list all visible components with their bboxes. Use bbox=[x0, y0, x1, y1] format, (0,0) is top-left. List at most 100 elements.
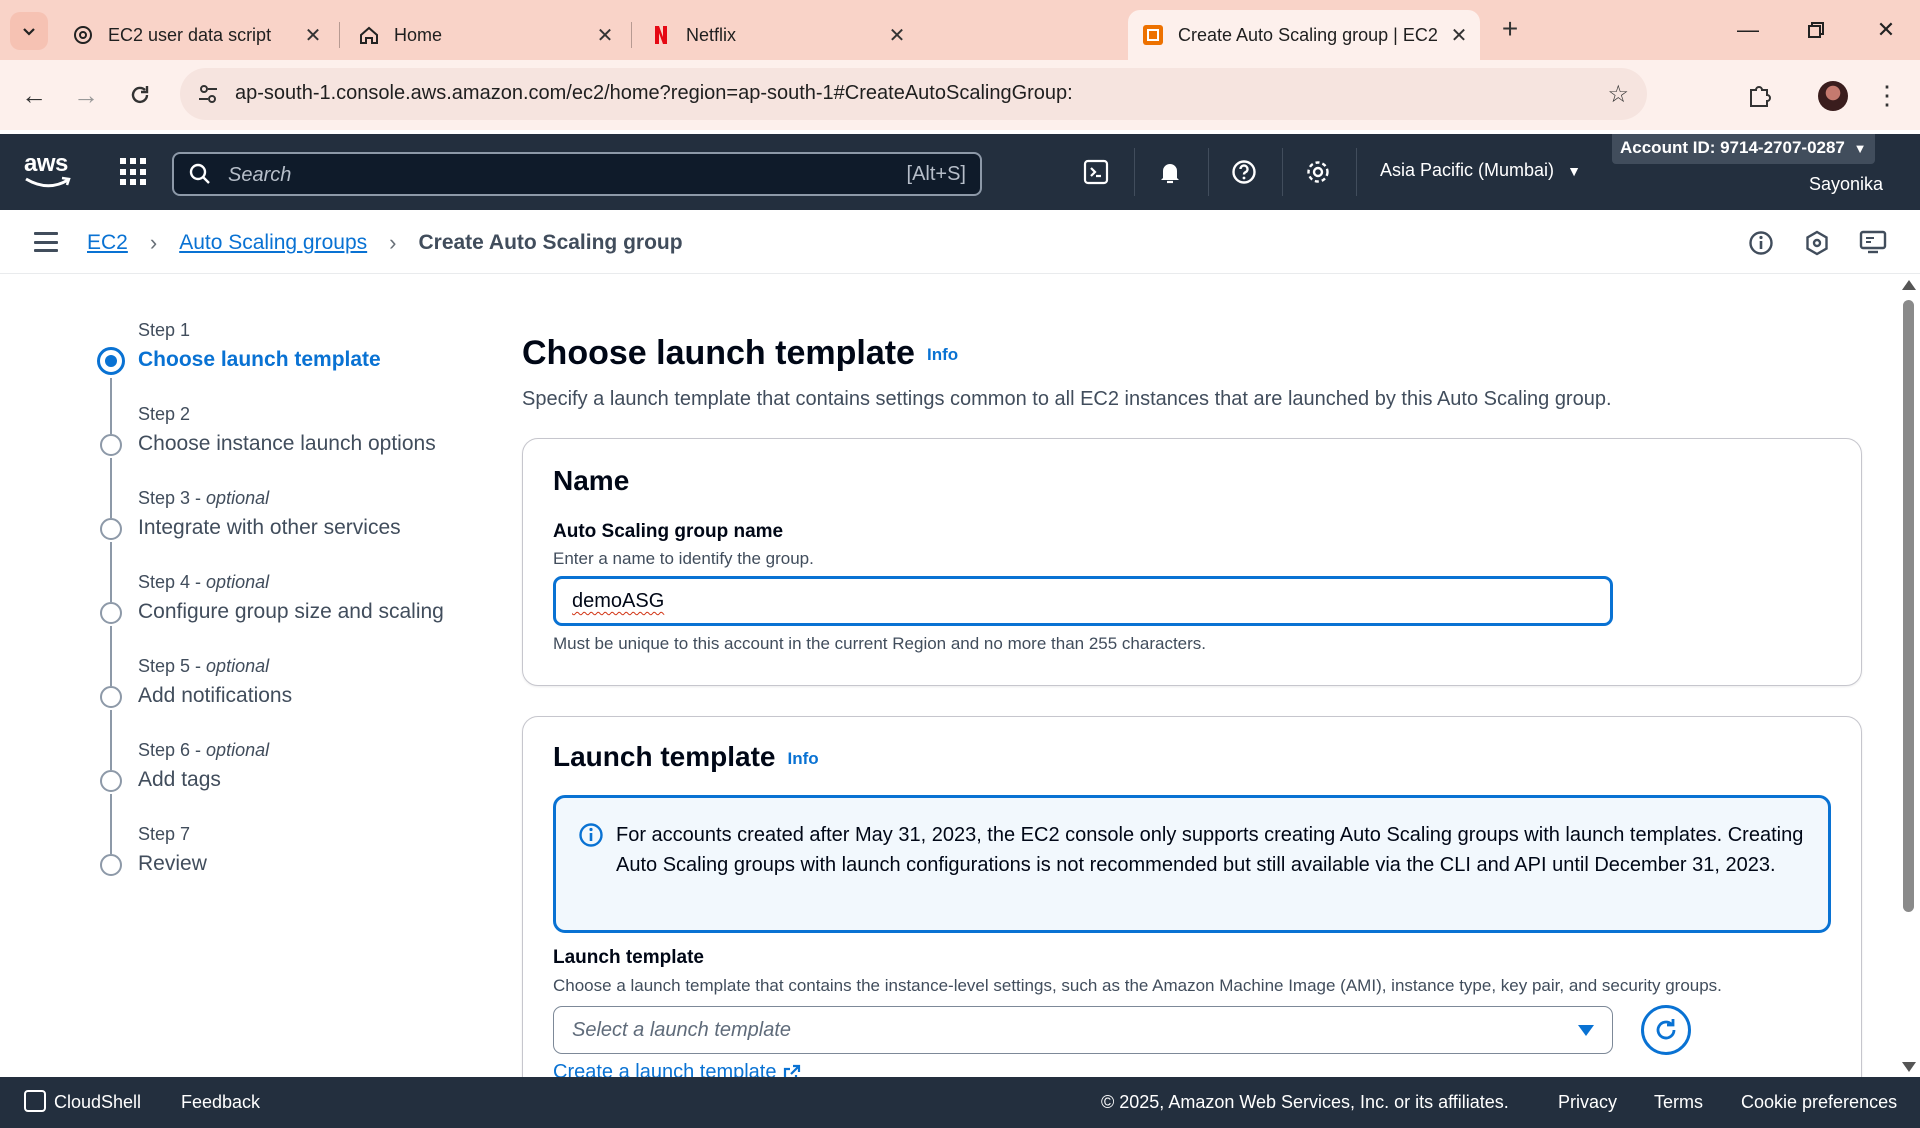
refresh-templates-button[interactable] bbox=[1641, 1005, 1691, 1055]
step-number: Step 6 - optional bbox=[138, 740, 270, 760]
breadcrumb-asg-link[interactable]: Auto Scaling groups bbox=[179, 231, 367, 255]
info-link[interactable]: Info bbox=[787, 749, 818, 768]
aws-logo[interactable]: aws bbox=[24, 152, 74, 192]
scrollbar-thumb[interactable] bbox=[1903, 300, 1914, 912]
region-selector[interactable]: Asia Pacific (Mumbai) ▼ bbox=[1380, 160, 1581, 181]
url-bar[interactable]: ap-south-1.console.aws.amazon.com/ec2/ho… bbox=[180, 68, 1647, 120]
bell-icon[interactable] bbox=[1152, 154, 1188, 190]
chevron-right-icon: › bbox=[149, 230, 158, 255]
launch-template-label: Launch template bbox=[553, 947, 704, 968]
step-1[interactable]: Step 1 Choose launch template bbox=[96, 316, 496, 400]
caret-down-icon: ▼ bbox=[1567, 163, 1581, 179]
feedback-link[interactable]: Feedback bbox=[181, 1092, 260, 1113]
restore-button[interactable] bbox=[1788, 10, 1844, 50]
step-indicator-icon bbox=[100, 770, 122, 792]
asg-name-value: demoASG bbox=[572, 590, 665, 612]
close-icon[interactable]: ✕ bbox=[1444, 20, 1474, 50]
refresh-icon bbox=[1656, 1019, 1676, 1040]
tab-create-asg[interactable]: Create Auto Scaling group | EC2 ✕ bbox=[1128, 10, 1480, 60]
copyright-text: © 2025, Amazon Web Services, Inc. or its… bbox=[1101, 1092, 1509, 1112]
nav-divider bbox=[1356, 148, 1357, 196]
cloudshell-label: CloudShell bbox=[54, 1092, 142, 1112]
launch-template-select[interactable]: Select a launch template bbox=[553, 1006, 1613, 1054]
help-icon[interactable] bbox=[1226, 154, 1262, 190]
services-menu-icon[interactable] bbox=[120, 158, 148, 186]
tab-ec2-user-data[interactable]: EC2 user data script ✕ bbox=[58, 10, 334, 60]
security-hub-icon[interactable] bbox=[1802, 228, 1832, 258]
step-number: Step 7 bbox=[138, 824, 191, 844]
bookmark-star-icon[interactable]: ☆ bbox=[1607, 80, 1629, 109]
launch-template-heading-text: Launch template bbox=[553, 741, 776, 772]
step-indicator-icon bbox=[100, 518, 122, 540]
info-link[interactable]: Info bbox=[927, 345, 958, 364]
breadcrumb: EC2 › Auto Scaling groups › Create Auto … bbox=[87, 230, 683, 256]
aws-logo-text: aws bbox=[24, 150, 68, 177]
caret-down-icon bbox=[1578, 1025, 1594, 1036]
privacy-link[interactable]: Privacy bbox=[1558, 1092, 1617, 1113]
feedback-panel-icon[interactable] bbox=[1858, 228, 1888, 258]
step-label: Add notifications bbox=[138, 684, 293, 707]
address-bar-row: ← → ap-south-1.console.aws.amazon.com/ec… bbox=[0, 60, 1920, 130]
tab-separator bbox=[631, 22, 632, 48]
alert-message: For accounts created after May 31, 2023,… bbox=[616, 824, 1804, 876]
step-number: Step 5 - optional bbox=[138, 656, 270, 676]
cookie-preferences-link[interactable]: Cookie preferences bbox=[1741, 1092, 1897, 1113]
asg-name-input[interactable]: demoASG bbox=[553, 576, 1613, 626]
username[interactable]: Sayonika bbox=[1809, 174, 1883, 195]
name-card: Name Auto Scaling group name Enter a nam… bbox=[522, 438, 1862, 686]
info-panel-icon[interactable] bbox=[1746, 228, 1776, 258]
launch-template-description: Choose a launch template that contains t… bbox=[553, 976, 1722, 995]
cloudshell-button[interactable]: CloudShell bbox=[24, 1090, 142, 1114]
aws-smile-icon bbox=[25, 176, 71, 188]
close-icon[interactable]: ✕ bbox=[590, 20, 620, 50]
restore-icon bbox=[1808, 22, 1824, 38]
asg-name-label: Auto Scaling group name bbox=[553, 521, 784, 542]
tab-home[interactable]: Home ✕ bbox=[344, 10, 626, 60]
step-label: Choose launch template bbox=[138, 348, 381, 371]
reload-button[interactable] bbox=[120, 75, 160, 115]
launch-template-card: Launch template Info For accounts created… bbox=[522, 716, 1862, 1128]
close-icon[interactable]: ✕ bbox=[298, 20, 328, 50]
tab-search-button[interactable] bbox=[10, 12, 48, 50]
step-label: Review bbox=[138, 852, 207, 875]
home-icon bbox=[358, 24, 380, 46]
openai-icon bbox=[72, 24, 94, 46]
profile-avatar[interactable] bbox=[1818, 81, 1848, 111]
breadcrumb-ec2-link[interactable]: EC2 bbox=[87, 231, 128, 255]
aws-top-navigation: aws Search [Alt+S] Asia Pacific (Mumbai)… bbox=[0, 134, 1920, 210]
back-button[interactable]: ← bbox=[14, 75, 54, 115]
forward-button[interactable]: → bbox=[66, 75, 106, 115]
aws-search-input[interactable]: Search [Alt+S] bbox=[172, 152, 982, 196]
scroll-up-arrow[interactable] bbox=[1902, 280, 1916, 290]
scroll-down-arrow[interactable] bbox=[1902, 1062, 1916, 1072]
page-description: Specify a launch template that contains … bbox=[522, 388, 1612, 410]
tab-netflix[interactable]: Netflix ✕ bbox=[636, 10, 918, 60]
account-id: Account ID: 9714-2707-0287 bbox=[1620, 138, 1845, 157]
step-label: Integrate with other services bbox=[138, 516, 401, 539]
info-circle-icon bbox=[579, 823, 603, 847]
close-window-button[interactable]: ✕ bbox=[1858, 10, 1914, 50]
tab-title: Netflix bbox=[686, 24, 737, 45]
step-number: Step 2 bbox=[138, 404, 191, 424]
step-4: Step 4 - optional Configure group size a… bbox=[96, 568, 496, 652]
terms-link[interactable]: Terms bbox=[1654, 1092, 1703, 1113]
new-tab-button[interactable]: + bbox=[1494, 14, 1526, 46]
step-number: Step 4 - optional bbox=[138, 572, 270, 592]
cloudshell-icon bbox=[24, 1090, 46, 1113]
side-nav-toggle-icon[interactable] bbox=[34, 232, 58, 252]
close-icon[interactable]: ✕ bbox=[882, 20, 912, 50]
extensions-button[interactable] bbox=[1740, 75, 1780, 115]
account-menu[interactable]: Account ID: 9714-2707-0287 ▼ bbox=[1612, 134, 1875, 164]
info-alert: For accounts created after May 31, 2023,… bbox=[553, 795, 1831, 933]
gear-icon[interactable] bbox=[1300, 154, 1336, 190]
search-icon bbox=[189, 163, 210, 184]
step-5: Step 5 - optional Add notifications bbox=[96, 652, 496, 736]
minimize-button[interactable]: — bbox=[1720, 10, 1776, 50]
browser-menu-button[interactable]: ⋮ bbox=[1872, 75, 1902, 115]
cloudshell-icon[interactable] bbox=[1078, 154, 1114, 190]
step-indicator-icon bbox=[100, 854, 122, 876]
select-placeholder: Select a launch template bbox=[572, 1019, 792, 1041]
step-indicator-icon bbox=[97, 347, 125, 375]
step-indicator-icon bbox=[100, 434, 122, 456]
site-settings-icon[interactable] bbox=[194, 80, 222, 108]
